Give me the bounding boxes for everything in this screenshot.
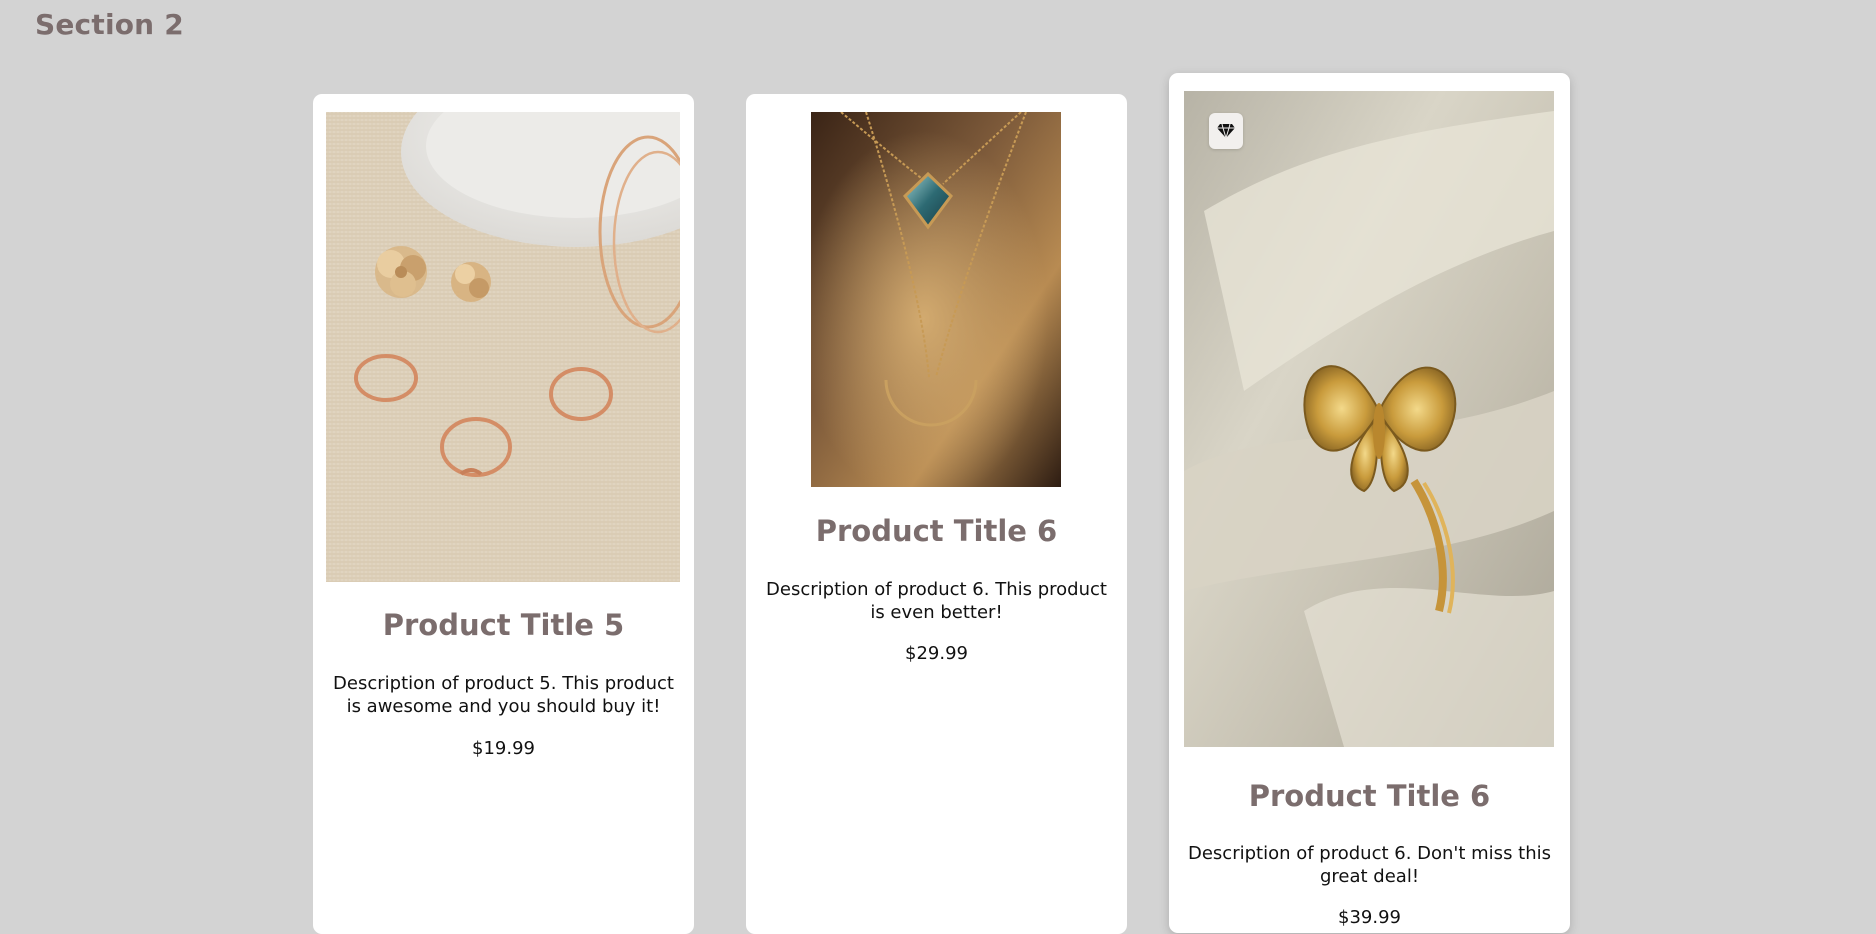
product-card[interactable]: Product Title 5 Description of product 5… (313, 94, 694, 934)
product-description: Description of product 6. Don't miss thi… (1187, 843, 1552, 887)
featured-badge[interactable] (1209, 113, 1243, 149)
product-price: $19.99 (472, 738, 535, 759)
product-image[interactable] (1184, 91, 1554, 747)
product-title: Product Title 6 (815, 514, 1058, 548)
diamond-icon (1217, 123, 1235, 139)
product-card-featured[interactable]: Product Title 6 Description of product 6… (1169, 73, 1570, 933)
product-card[interactable]: Product Title 6 Description of product 6… (746, 94, 1127, 934)
product-title: Product Title 5 (382, 608, 625, 642)
product-image[interactable] (326, 112, 680, 582)
product-image[interactable] (811, 112, 1061, 487)
product-price: $29.99 (905, 643, 968, 664)
product-description: Description of product 5. This product i… (333, 673, 674, 717)
section-title: Section 2 (35, 8, 184, 41)
product-title: Product Title 6 (1248, 779, 1491, 813)
product-description: Description of product 6. This product i… (766, 579, 1107, 623)
